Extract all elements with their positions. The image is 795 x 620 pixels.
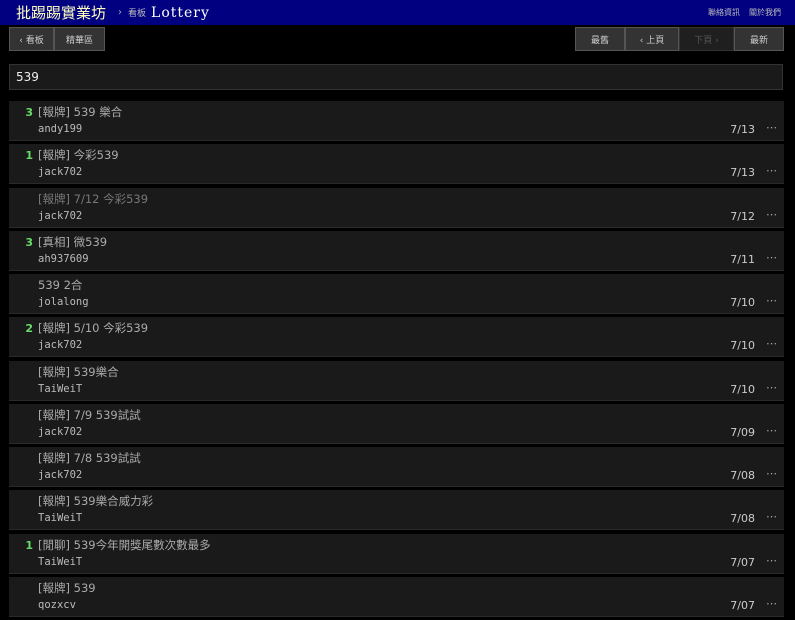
more-icon[interactable]: ⋯ [766, 424, 777, 437]
more-icon[interactable]: ⋯ [766, 251, 777, 264]
post-row[interactable]: [報牌] 539樂合 TaiWeiT 7/10 ⋯ [9, 360, 784, 401]
post-date: 7/12 [730, 209, 755, 223]
more-icon[interactable]: ⋯ [766, 208, 777, 221]
more-icon[interactable]: ⋯ [766, 164, 777, 177]
post-date: 7/13 [730, 166, 755, 180]
post-author: TaiWeiT [38, 512, 83, 525]
about-link[interactable]: 關於我們 [749, 7, 781, 18]
top-links: 聯絡資訊 關於我們 [708, 7, 781, 18]
digest-button[interactable]: 精華區 [54, 27, 105, 51]
prev-page-button[interactable]: ‹ 上頁 [625, 27, 679, 51]
post-row[interactable]: 539 2合 jolalong 7/10 ⋯ [9, 274, 784, 314]
post-list: 3 [報牌] 539 樂合 andy199 7/13 ⋯ 1 [報牌] 今彩539 jack7… [9, 101, 784, 620]
more-icon[interactable]: ⋯ [766, 597, 777, 610]
breadcrumb-board-label: 看板 [128, 9, 147, 19]
site-title-link[interactable]: 批踢踢實業坊 [16, 2, 106, 23]
post-date: 7/10 [730, 339, 755, 353]
post-date: 7/10 [730, 296, 755, 309]
board-name-link[interactable]: Lottery [151, 5, 210, 21]
post-row[interactable]: [報牌] 539 qozxcv 7/07 ⋯ [9, 576, 784, 617]
push-count: 2 [25, 322, 33, 336]
post-author: jack702 [38, 339, 83, 352]
board-button[interactable]: ‹ 看板 [9, 27, 54, 51]
post-author: TaiWeiT [38, 382, 83, 395]
post-date: 7/09 [730, 425, 755, 439]
post-author: qozxcv [38, 598, 76, 611]
post-title-link[interactable]: [報牌] 539樂合 [38, 364, 119, 380]
post-row[interactable]: 2 [報牌] 5/10 今彩539 jack702 7/10 ⋯ [9, 317, 784, 358]
post-title-link[interactable]: [報牌] 539樂合威力彩 [38, 493, 153, 509]
more-icon[interactable]: ⋯ [766, 381, 777, 394]
post-title-link[interactable]: [報牌] 7/12 今彩539 [38, 191, 148, 207]
post-title-link[interactable]: [閒聊] 539今年開獎尾數次數最多 [38, 537, 211, 553]
post-row[interactable]: [報牌] 539樂合威力彩 TaiWeiT 7/08 ⋯ [9, 490, 784, 531]
post-date: 7/13 [730, 123, 755, 136]
post-date: 7/08 [730, 512, 755, 526]
post-author: jack702 [38, 209, 83, 222]
post-title-link[interactable]: [報牌] 7/9 539試試 [38, 407, 141, 423]
more-icon[interactable]: ⋯ [766, 121, 777, 134]
post-author: jolalong [38, 296, 89, 308]
breadcrumb-separator: › [118, 7, 123, 18]
post-author: jack702 [38, 469, 83, 481]
post-row[interactable]: 3 [報牌] 539 樂合 andy199 7/13 ⋯ [9, 101, 784, 141]
post-title-link[interactable]: [報牌] 今彩539 [38, 147, 119, 163]
post-row[interactable]: [報牌] 7/8 539試試 jack702 7/08 ⋯ [9, 447, 784, 487]
post-author: ah937609 [38, 252, 89, 265]
post-title-link[interactable]: [真相] 微539 [38, 234, 107, 250]
post-title-link[interactable]: 539 2合 [38, 277, 82, 293]
post-row[interactable]: 3 [真相] 微539 ah937609 7/11 ⋯ [9, 230, 784, 271]
post-title-link[interactable]: [報牌] 7/8 539試試 [38, 450, 141, 466]
push-count: 3 [25, 235, 33, 249]
more-icon[interactable]: ⋯ [766, 510, 777, 523]
next-page-button: 下頁 › [679, 27, 734, 51]
post-author: jack702 [38, 166, 83, 179]
more-icon[interactable]: ⋯ [766, 467, 777, 480]
post-row[interactable]: [報牌] 7/12 今彩539 jack702 7/12 ⋯ [9, 187, 784, 228]
oldest-button[interactable]: 最舊 [575, 27, 625, 51]
more-icon[interactable]: ⋯ [766, 294, 777, 307]
post-row[interactable]: 1 [閒聊] 539今年開獎尾數次數最多 TaiWeiT 7/07 ⋯ [9, 533, 784, 574]
contact-link[interactable]: 聯絡資訊 [708, 7, 740, 18]
push-count: 1 [25, 149, 33, 163]
post-date: 7/10 [730, 382, 755, 396]
post-row[interactable]: [報牌] 7/9 539試試 jack702 7/09 ⋯ [9, 403, 784, 444]
post-title-link[interactable]: [報牌] 539 樂合 [38, 104, 122, 120]
newest-button[interactable]: 最新 [734, 27, 784, 51]
post-author: andy199 [38, 123, 83, 135]
push-count: 3 [25, 106, 33, 119]
top-bar: 批踢踢實業坊 › 看板 Lottery 聯絡資訊 關於我們 [0, 0, 795, 25]
more-icon[interactable]: ⋯ [766, 337, 777, 350]
post-date: 7/07 [730, 555, 755, 569]
post-date: 7/08 [730, 469, 755, 482]
more-icon[interactable]: ⋯ [766, 554, 777, 567]
post-title-link[interactable]: [報牌] 5/10 今彩539 [38, 320, 148, 336]
push-count: 1 [25, 538, 33, 552]
post-date: 7/07 [730, 598, 755, 612]
post-author: TaiWeiT [38, 555, 83, 568]
post-title-link[interactable]: [報牌] 539 [38, 580, 96, 596]
post-author: jack702 [38, 425, 83, 438]
search-input[interactable]: 539 [9, 64, 783, 90]
post-row[interactable]: 1 [報牌] 今彩539 jack702 7/13 ⋯ [9, 144, 784, 185]
post-date: 7/11 [730, 252, 755, 266]
